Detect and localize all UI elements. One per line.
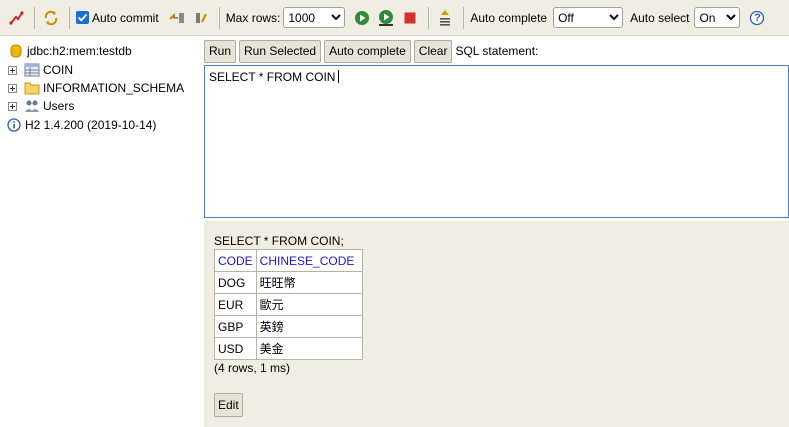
table-cell: 歐元 bbox=[255, 293, 363, 316]
version-label: H2 1.4.200 (2019-10-14) bbox=[25, 118, 157, 132]
table-cell: EUR bbox=[214, 293, 257, 316]
run-button[interactable]: Run bbox=[204, 39, 237, 63]
history-icon[interactable] bbox=[435, 8, 455, 28]
max-rows-label: Max rows: bbox=[225, 10, 281, 25]
result-info: (4 rows, 1 ms) bbox=[214, 361, 291, 375]
run-icon[interactable] bbox=[352, 8, 372, 28]
toolbar-separator bbox=[34, 6, 35, 29]
stop-icon[interactable] bbox=[400, 8, 420, 28]
auto-complete-select[interactable]: Off bbox=[553, 7, 624, 28]
commit-icon[interactable] bbox=[191, 8, 211, 28]
help-icon[interactable]: ? bbox=[747, 8, 767, 28]
expand-icon[interactable] bbox=[8, 65, 17, 75]
query-toolbar: Run Run Selected Auto complete Clear SQL… bbox=[204, 39, 538, 63]
tree-item-label: INFORMATION_SCHEMA bbox=[43, 81, 185, 95]
run-selected-button[interactable]: Run Selected bbox=[239, 39, 322, 63]
table-cell: 旺旺幣 bbox=[255, 271, 363, 294]
table-row: GBP 英鎊 bbox=[214, 315, 363, 338]
toolbar-separator bbox=[463, 6, 465, 29]
expand-icon[interactable] bbox=[8, 101, 17, 111]
table-cell: DOG bbox=[214, 271, 257, 294]
tree-item-label: Users bbox=[43, 99, 75, 113]
auto-select-select[interactable]: On bbox=[694, 7, 741, 28]
max-rows-control: Max rows: 1000 bbox=[226, 7, 349, 28]
tree-version: H2 1.4.200 (2019-10-14) bbox=[6, 116, 156, 134]
table-cell: USD bbox=[214, 337, 257, 360]
toolbar-separator bbox=[69, 6, 70, 29]
toolbar-separator bbox=[428, 6, 430, 29]
sql-editor[interactable]: SELECT * FROM COIN bbox=[204, 65, 789, 218]
refresh-icon[interactable] bbox=[41, 8, 61, 28]
run-selected-icon[interactable] bbox=[376, 8, 396, 28]
object-tree: jdbc:h2:mem:testdb COIN INFORMATION_SCHE… bbox=[0, 36, 203, 427]
max-rows-select[interactable]: 1000 bbox=[283, 7, 346, 28]
result-sql: SELECT * FROM COIN; bbox=[214, 234, 344, 248]
sql-statement-label: SQL statement: bbox=[455, 44, 539, 58]
table-header-row: CODE CHINESE_CODE bbox=[214, 249, 363, 272]
tree-item-coin[interactable]: COIN bbox=[8, 61, 73, 79]
table-cell: 英鎊 bbox=[255, 315, 363, 338]
table-row: EUR 歐元 bbox=[214, 293, 363, 316]
auto-select-label: Auto select bbox=[630, 10, 690, 25]
folder-icon bbox=[24, 80, 40, 96]
checkmark-icon[interactable] bbox=[76, 11, 89, 24]
users-icon bbox=[24, 98, 40, 114]
auto-commit-checkbox[interactable]: Auto commit bbox=[76, 11, 159, 25]
auto-complete-control: Auto complete Off bbox=[470, 7, 626, 28]
disconnect-icon[interactable] bbox=[6, 8, 26, 28]
toolbar-separator bbox=[218, 6, 220, 29]
table-icon bbox=[24, 62, 40, 78]
database-icon bbox=[8, 43, 24, 59]
tree-connection[interactable]: jdbc:h2:mem:testdb bbox=[8, 42, 132, 60]
edit-button[interactable]: Edit bbox=[214, 393, 243, 417]
tree-item-label: COIN bbox=[43, 63, 73, 77]
info-icon bbox=[6, 117, 22, 133]
auto-commit-label: Auto commit bbox=[92, 10, 159, 25]
help-glyph: ? bbox=[754, 11, 761, 24]
auto-complete-label: Auto complete bbox=[470, 10, 548, 25]
tree-item-users[interactable]: Users bbox=[8, 97, 74, 115]
rollback-icon[interactable] bbox=[167, 8, 187, 28]
toolbar: Auto commit Max rows: 1000 Auto complete… bbox=[0, 0, 789, 36]
tree-item-information-schema[interactable]: INFORMATION_SCHEMA bbox=[8, 79, 184, 97]
column-header-code[interactable]: CODE bbox=[214, 249, 257, 272]
table-row: DOG 旺旺幣 bbox=[214, 271, 363, 294]
expand-icon[interactable] bbox=[8, 83, 17, 93]
table-cell: GBP bbox=[214, 315, 257, 338]
auto-select-control: Auto select On bbox=[630, 7, 743, 28]
result-table: CODE CHINESE_CODE DOG 旺旺幣 EUR 歐元 GBP 英鎊 … bbox=[214, 249, 363, 360]
column-header-chinese-code[interactable]: CHINESE_CODE bbox=[255, 249, 363, 272]
auto-complete-button[interactable]: Auto complete bbox=[324, 39, 411, 63]
text-caret bbox=[338, 70, 340, 83]
sql-text: SELECT * FROM COIN bbox=[209, 70, 336, 84]
clear-button[interactable]: Clear bbox=[413, 39, 453, 63]
table-cell: 美金 bbox=[255, 337, 363, 360]
connection-label: jdbc:h2:mem:testdb bbox=[27, 44, 132, 58]
result-panel: SELECT * FROM COIN; CODE CHINESE_CODE DO… bbox=[204, 221, 789, 427]
table-row: USD 美金 bbox=[214, 337, 363, 360]
